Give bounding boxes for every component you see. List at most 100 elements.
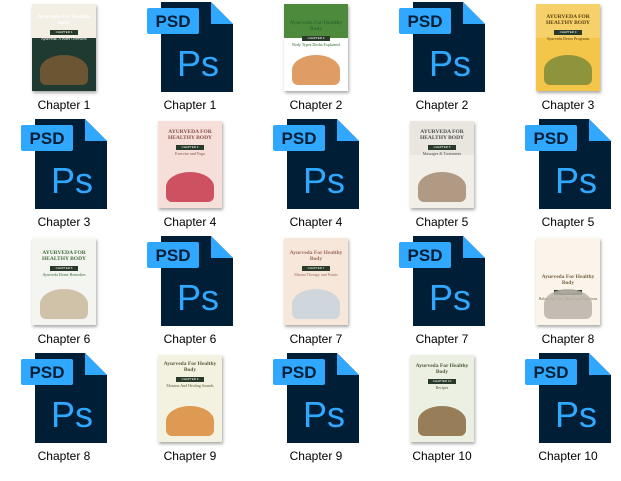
file-grid: Ayurveda For Healthy Body CHAPTER 1 Ayurve…	[0, 0, 621, 481]
psd-badge-text: PSD	[534, 363, 569, 382]
file-name-label: Chapter 1	[163, 98, 217, 112]
cover-subtitle: Ayurveda Detox Programs	[546, 36, 590, 41]
file-name-label: Chapter 3	[541, 98, 595, 112]
ps-mark: Ps	[177, 277, 219, 318]
file-item[interactable]: Ayurveda For Healthy Body CHAPTER 9 Mantra…	[128, 351, 252, 469]
ebook-cover: AYURVEDA FOR HEALTHY BODY CHAPTER 5 Massag…	[410, 121, 474, 208]
file-name-label: Chapter 5	[415, 215, 469, 229]
file-thumbnail: PSD Ps	[128, 0, 252, 96]
file-name-label: Chapter 6	[37, 332, 91, 346]
cover-title: Ayurveda For Healthy Body	[289, 250, 343, 262]
cover-title: Ayurveda For Healthy Body	[289, 20, 343, 32]
file-item[interactable]: PSD Ps Chapter 4	[254, 117, 378, 235]
file-name-label: Chapter 1	[37, 98, 91, 112]
cover-subtitle: Exercise and Yoga	[175, 151, 205, 156]
cover-title: Ayurveda For Healthy Body	[541, 274, 595, 286]
file-item[interactable]: PSD Ps Chapter 7	[380, 234, 504, 352]
photoshop-file-icon: PSD Ps	[273, 119, 359, 209]
file-item[interactable]: PSD Ps Chapter 3	[2, 117, 126, 235]
file-thumbnail: AYURVEDA FOR HEALTHY BODY CHAPTER 3 Ayurve…	[506, 0, 621, 96]
ps-mark: Ps	[51, 394, 93, 435]
file-item[interactable]: PSD Ps Chapter 6	[128, 234, 252, 352]
ebook-cover: AYURVEDA FOR HEALTHY BODY CHAPTER 4 Exerci…	[158, 121, 222, 208]
cover-title: AYURVEDA FOR HEALTHY BODY	[41, 250, 87, 262]
file-name-label: Chapter 10	[538, 449, 598, 463]
photoshop-file-icon: PSD Ps	[147, 236, 233, 326]
file-thumbnail: Ayurveda For Healthy Body CHAPTER 7 Marma …	[254, 234, 378, 330]
cover-chapter-badge: CHAPTER 3	[554, 30, 582, 35]
file-name-label: Chapter 2	[289, 98, 343, 112]
cover-photo	[292, 289, 340, 319]
file-item[interactable]: PSD Ps Chapter 1	[128, 0, 252, 118]
file-item[interactable]: AYURVEDA FOR HEALTHY BODY CHAPTER 5 Massag…	[380, 117, 504, 235]
photoshop-file-icon: PSD Ps	[399, 236, 485, 326]
file-item[interactable]: Ayurveda For Healthy BodyCHAPTER 8Balanc…	[506, 234, 621, 352]
ps-mark: Ps	[555, 394, 597, 435]
file-item[interactable]: Ayurveda For Healthy Body CHAPTER 2 Body T…	[254, 0, 378, 118]
ps-mark: Ps	[51, 160, 93, 201]
photoshop-file-icon: PSD Ps	[21, 119, 107, 209]
psd-badge-text: PSD	[408, 246, 443, 265]
psd-badge-text: PSD	[30, 129, 65, 148]
file-item[interactable]: Ayurveda For Healthy Body CHAPTER 7 Marma …	[254, 234, 378, 352]
ps-mark: Ps	[429, 277, 471, 318]
file-thumbnail: Ayurveda For Healthy Body CHAPTER 2 Body T…	[254, 0, 378, 96]
psd-badge-text: PSD	[30, 363, 65, 382]
file-thumbnail: PSD Ps	[506, 117, 621, 213]
cover-photo	[40, 55, 88, 85]
file-item[interactable]: Ayurveda For Healthy Body CHAPTER 10 Recip…	[380, 351, 504, 469]
file-item[interactable]: AYURVEDA FOR HEALTHY BODY CHAPTER 4 Exerci…	[128, 117, 252, 235]
ps-mark: Ps	[303, 160, 345, 201]
file-thumbnail: Ayurveda For Healthy Body CHAPTER 10 Recip…	[380, 351, 504, 447]
file-item[interactable]: AYURVEDA FOR HEALTHY BODY CHAPTER 6 Ayurve…	[2, 234, 126, 352]
ebook-cover: Ayurveda For Healthy BodyCHAPTER 8Balanc…	[536, 238, 600, 325]
photoshop-file-icon: PSD Ps	[525, 119, 611, 209]
file-item[interactable]: PSD Ps Chapter 9	[254, 351, 378, 469]
file-thumbnail: Ayurveda For Healthy BodyCHAPTER 8Balanc…	[506, 234, 621, 330]
cover-title: Ayurveda For Healthy Body	[415, 363, 469, 375]
file-thumbnail: PSD Ps	[254, 117, 378, 213]
psd-badge-text: PSD	[156, 12, 191, 31]
cover-photo	[544, 55, 592, 85]
file-name-label: Chapter 7	[289, 332, 343, 346]
file-item[interactable]: PSD Ps Chapter 10	[506, 351, 621, 469]
ps-mark: Ps	[555, 160, 597, 201]
cover-photo	[166, 406, 214, 436]
file-thumbnail: PSD Ps	[2, 351, 126, 447]
cover-chapter-badge: CHAPTER 4	[176, 145, 204, 150]
file-name-label: Chapter 10	[412, 449, 472, 463]
cover-subtitle: Body Types Dosha Explained	[292, 42, 340, 47]
file-name-label: Chapter 8	[37, 449, 91, 463]
file-item[interactable]: PSD Ps Chapter 5	[506, 117, 621, 235]
file-thumbnail: AYURVEDA FOR HEALTHY BODY CHAPTER 6 Ayurve…	[2, 234, 126, 330]
file-item[interactable]: PSD Ps Chapter 8	[2, 351, 126, 469]
cover-photo	[40, 289, 88, 319]
cover-photo	[166, 172, 214, 202]
file-thumbnail: Ayurveda For Healthy Body CHAPTER 1 Ayurve…	[2, 0, 126, 96]
file-name-label: Chapter 3	[37, 215, 91, 229]
cover-photo	[544, 289, 592, 319]
cover-subtitle: Mantras And Healing Sounds	[166, 383, 214, 388]
ebook-cover: Ayurveda For Healthy Body CHAPTER 9 Mantra…	[158, 355, 222, 442]
cover-subtitle: Ayurveda: A Brief Overview	[41, 36, 87, 41]
ebook-cover: Ayurveda For Healthy Body CHAPTER 7 Marma …	[284, 238, 348, 325]
ebook-cover: Ayurveda For Healthy Body CHAPTER 1 Ayurve…	[32, 4, 96, 91]
file-item[interactable]: Ayurveda For Healthy Body CHAPTER 1 Ayurve…	[2, 0, 126, 118]
file-name-label: Chapter 9	[163, 449, 217, 463]
file-thumbnail: AYURVEDA FOR HEALTHY BODY CHAPTER 5 Massag…	[380, 117, 504, 213]
file-thumbnail: PSD Ps	[380, 234, 504, 330]
psd-badge-text: PSD	[156, 246, 191, 265]
ebook-cover: Ayurveda For Healthy Body CHAPTER 10 Recip…	[410, 355, 474, 442]
cover-chapter-badge: CHAPTER 1	[50, 30, 78, 35]
ps-mark: Ps	[177, 43, 219, 84]
file-item[interactable]: PSD Ps Chapter 2	[380, 0, 504, 118]
file-item[interactable]: AYURVEDA FOR HEALTHY BODY CHAPTER 3 Ayurve…	[506, 0, 621, 118]
cover-title: Ayurveda For Healthy Body	[37, 14, 91, 26]
file-name-label: Chapter 4	[163, 215, 217, 229]
cover-subtitle: Massages & Treatments	[422, 151, 462, 156]
file-name-label: Chapter 7	[415, 332, 469, 346]
file-thumbnail: PSD Ps	[2, 117, 126, 213]
cover-chapter-badge: CHAPTER 7	[302, 266, 330, 271]
file-name-label: Chapter 6	[163, 332, 217, 346]
cover-photo	[418, 172, 466, 202]
